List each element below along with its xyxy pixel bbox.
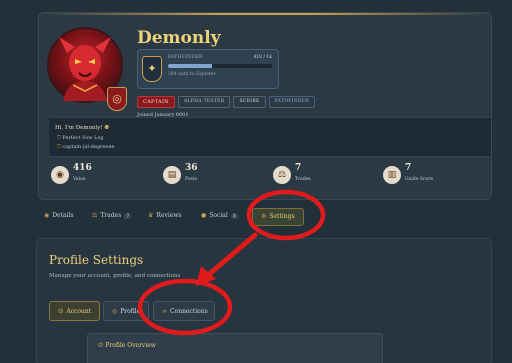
page-title: Profile Settings: [49, 253, 144, 267]
profile-overview-card: ☺ Profile Overview: [87, 333, 383, 363]
bio-section: Hi, I'm Demonly! ☻ ⛉ Perfect Vow Log ⛉ c…: [49, 117, 491, 157]
stat-trades-number: 7: [295, 163, 302, 173]
scales-icon: ⚖: [273, 166, 291, 184]
compass-star-icon: ✦: [142, 56, 162, 82]
xp-progress-card: ✦ PATHFINDER 418 / 1k 584 until to Explo…: [137, 49, 279, 89]
subtab-connections-label: Connections: [170, 308, 208, 315]
bio-link-2[interactable]: ⛉ captain-jal-degreene: [57, 144, 115, 150]
tab-reviews[interactable]: ♛ Reviews: [148, 212, 182, 219]
stat-value-label: Value: [73, 177, 86, 182]
rank-shield-icon: ◎: [107, 87, 127, 111]
profile-overview-title: ☺ Profile Overview: [98, 342, 156, 349]
tab-details-label: Details: [52, 212, 74, 219]
tab-settings[interactable]: ⚙ Settings: [252, 208, 304, 226]
stat-posts-label: Posts: [185, 177, 197, 182]
badge-alpha-tester: ALPHA TESTER: [177, 96, 231, 108]
page-subtitle: Manage your account, profile, and connec…: [49, 273, 181, 279]
tab-trades[interactable]: ⚖ Trades 7: [92, 212, 132, 219]
username: Demonly: [137, 28, 221, 48]
scroll-icon: ▤: [163, 166, 181, 184]
profile-card: ◎ Demonly ✦ PATHFINDER 418 / 1k 584 unti…: [38, 12, 492, 200]
trophy-icon: ♛: [148, 212, 154, 219]
subtab-account-label: Account: [66, 308, 92, 315]
link-icon: ⛉: [57, 135, 61, 141]
tab-trades-label: Trades: [100, 212, 122, 219]
xp-bar-fill: [168, 64, 212, 68]
coin-icon: ◉: [51, 166, 69, 184]
tab-social[interactable]: ● Social 3: [201, 212, 238, 219]
stat-guide-label: Guide Score: [405, 177, 434, 182]
bio-link-1[interactable]: ⛉ Perfect Vow Log: [57, 135, 104, 141]
subtab-profile[interactable]: ◎ Profile: [103, 301, 150, 321]
badge-captain: CAPTAIN: [137, 96, 175, 108]
bio-greeting: Hi, I'm Demonly! ☻: [55, 125, 109, 131]
page: ◎ Demonly ✦ PATHFINDER 418 / 1k 584 unti…: [0, 0, 512, 363]
subtab-account[interactable]: ☺ Account: [49, 301, 101, 321]
eye-icon: ◉: [44, 212, 50, 219]
scales-icon: ⚖: [92, 212, 98, 219]
badge-scribe: SCRIBE: [233, 96, 266, 108]
tab-social-label: Social: [209, 212, 228, 219]
stat-posts-number: 36: [185, 163, 198, 173]
book-icon: ▥: [383, 166, 401, 184]
profile-overview-label: Profile Overview: [105, 342, 156, 349]
smile-icon: ☻: [104, 125, 110, 131]
subtab-connections[interactable]: ∞ Connections: [153, 301, 215, 321]
tab-details[interactable]: ◉ Details: [44, 212, 74, 219]
settings-panel: Profile Settings Manage your account, pr…: [36, 238, 492, 363]
gear-icon: ⚙: [261, 213, 267, 220]
tab-social-count: 3: [230, 214, 238, 219]
xp-bar: [168, 64, 272, 68]
stats-row: ◉ 416 Value ▤ 36 Posts ⚖ 7 Trades ▥ 7 Gu…: [39, 163, 491, 195]
badge-list: CAPTAIN ALPHA TESTER SCRIBE PATHFINDER: [137, 96, 316, 108]
bio-greeting-text: Hi, I'm Demonly!: [55, 125, 103, 131]
bio-link-2-text: captain-jal-degreene: [62, 144, 115, 150]
xp-rank-label: PATHFINDER: [168, 55, 203, 60]
profile-icon: ◎: [112, 308, 118, 315]
tab-trades-count: 7: [124, 214, 132, 219]
stat-value-number: 416: [73, 163, 92, 173]
stat-guide-number: 7: [405, 163, 412, 173]
subtab-profile-label: Profile: [120, 308, 141, 315]
card-accent-line: [39, 13, 491, 15]
xp-count: 418 / 1k: [253, 55, 272, 60]
tab-settings-label: Settings: [269, 213, 295, 220]
link-icon: ∞: [162, 308, 167, 315]
xp-next-rank-note: 584 until to Explorer: [168, 72, 216, 77]
profile-tabs: ◉ Details ⚖ Trades 7 ♛ Reviews ● Social 3 ⚙ Set…: [38, 208, 492, 228]
globe-icon: ●: [201, 212, 207, 219]
badge-pathfinder: PATHFINDER: [268, 96, 316, 108]
link-icon: ⛉: [57, 144, 61, 150]
tab-reviews-label: Reviews: [156, 212, 182, 219]
bio-link-1-text: Perfect Vow Log: [62, 135, 104, 141]
user-icon: ☺: [98, 342, 104, 349]
stat-trades-label: Trades: [295, 177, 311, 182]
user-icon: ☺: [58, 308, 64, 315]
